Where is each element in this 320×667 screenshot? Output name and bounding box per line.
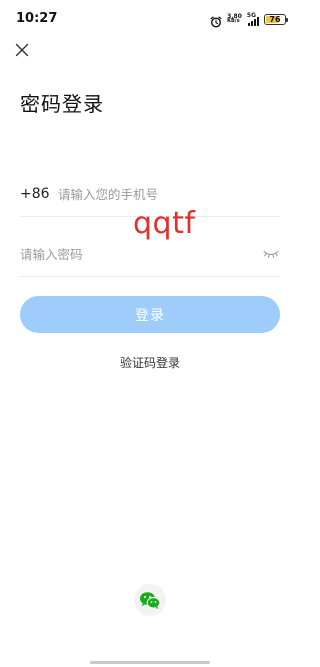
- watermark-text: qqtf: [133, 206, 196, 241]
- close-button[interactable]: [12, 40, 32, 60]
- status-icons: 3.80 KB/s 5G 76: [210, 12, 288, 28]
- login-screen: 10:27 3.80 KB/s 5G 76 密码登录 +86 请输入您的手机号 …: [0, 0, 300, 667]
- phone-input[interactable]: [58, 186, 258, 202]
- sms-code-login-link[interactable]: 验证码登录: [0, 354, 300, 371]
- wechat-login-button[interactable]: [134, 584, 166, 616]
- wechat-icon: [140, 591, 161, 609]
- home-indicator[interactable]: [90, 661, 210, 664]
- password-visibility-toggle[interactable]: [262, 248, 280, 260]
- signal-indicator: 5G: [247, 12, 259, 26]
- status-bar: 10:27 3.80 KB/s 5G 76: [0, 0, 300, 36]
- battery-percent: 76: [269, 14, 281, 24]
- login-button[interactable]: 登录: [20, 296, 280, 333]
- status-time: 10:27: [16, 11, 58, 26]
- signal-bars-icon: [248, 16, 259, 26]
- network-speed-unit: KB/s: [227, 18, 240, 24]
- battery-icon: 76: [264, 13, 288, 25]
- password-input[interactable]: [20, 246, 220, 262]
- close-icon: [15, 43, 29, 57]
- page-title: 密码登录: [20, 92, 104, 116]
- country-code[interactable]: +86: [20, 186, 58, 202]
- battery-cap: [286, 17, 288, 22]
- network-speed: 3.80 KB/s: [227, 14, 242, 24]
- alarm-clock-icon: [210, 13, 222, 28]
- eye-closed-icon: [263, 250, 279, 258]
